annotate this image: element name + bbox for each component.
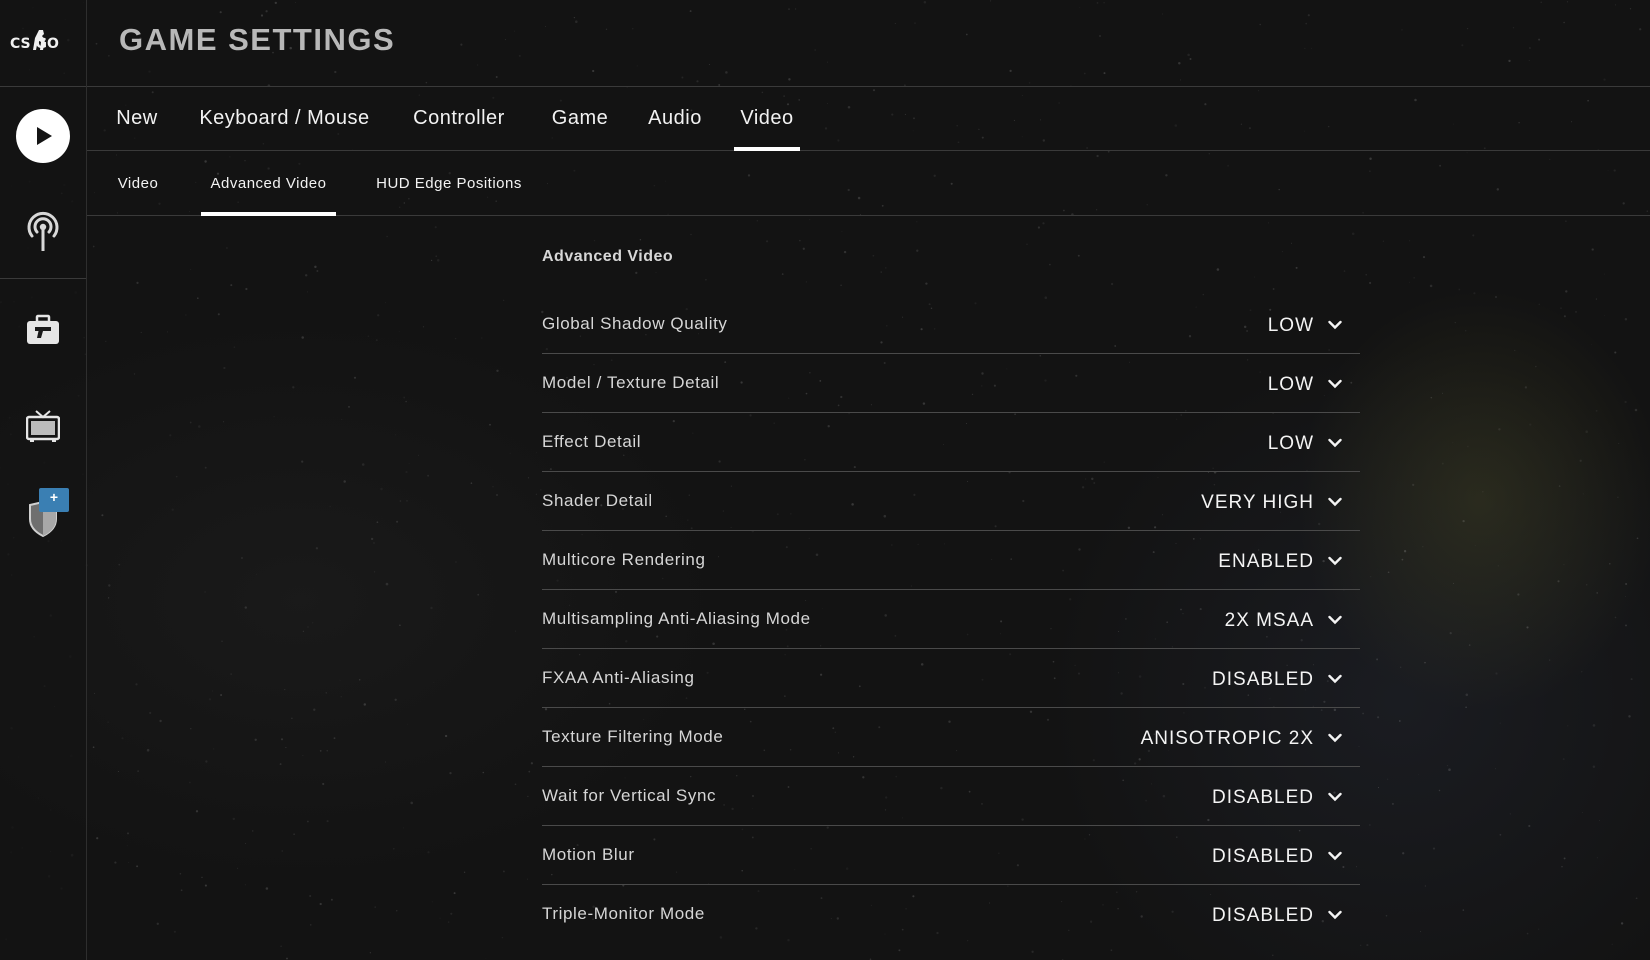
new-badge: +	[39, 488, 69, 512]
setting-row: Multicore Rendering ENABLED	[542, 531, 1360, 590]
chevron-down-icon	[1328, 379, 1342, 389]
play-button[interactable]	[0, 104, 86, 168]
setting-row: Wait for Vertical Sync DISABLED	[542, 767, 1360, 826]
setting-label: Global Shadow Quality	[542, 314, 728, 333]
setting-label: Texture Filtering Mode	[542, 727, 724, 746]
watch-button[interactable]	[0, 200, 86, 264]
setting-dropdown[interactable]: ANISOTROPIC 2X	[1141, 708, 1342, 766]
chevron-down-icon	[1328, 556, 1342, 566]
chevron-down-icon	[1328, 910, 1342, 920]
sidebar-divider	[0, 278, 86, 279]
setting-dropdown[interactable]: LOW	[1268, 354, 1342, 412]
broadcast-icon	[27, 211, 59, 251]
setting-value: DISABLED	[1212, 846, 1314, 867]
setting-dropdown[interactable]: DISABLED	[1212, 885, 1342, 943]
setting-label: Shader Detail	[542, 491, 653, 510]
setting-label: Multisampling Anti-Aliasing Mode	[542, 609, 811, 628]
subtab-advanced-video[interactable]: Advanced Video	[201, 151, 336, 216]
setting-dropdown[interactable]: 2X MSAA	[1225, 590, 1342, 648]
setting-dropdown[interactable]: DISABLED	[1212, 649, 1342, 707]
csgo-logo-mark: CS GO	[10, 30, 59, 52]
tab-game[interactable]: Game	[549, 87, 611, 150]
chevron-down-icon	[1328, 733, 1342, 743]
setting-row: Effect Detail LOW	[542, 413, 1360, 472]
setting-label: Effect Detail	[542, 432, 642, 451]
csgo-logo[interactable]: CS GO	[0, 0, 86, 87]
setting-row: Multisampling Anti-Aliasing Mode 2X MSAA	[542, 590, 1360, 649]
setting-value: LOW	[1267, 315, 1314, 336]
setting-row: Texture Filtering Mode ANISOTROPIC 2X	[542, 708, 1360, 767]
setting-label: Multicore Rendering	[542, 550, 706, 569]
chevron-down-icon	[1328, 438, 1342, 448]
setting-label: FXAA Anti-Aliasing	[542, 668, 695, 687]
section-title: Advanced Video	[542, 248, 674, 265]
setting-dropdown[interactable]: VERY HIGH	[1201, 472, 1342, 530]
tab-controller[interactable]: Controller	[409, 87, 509, 150]
setting-dropdown[interactable]: DISABLED	[1212, 826, 1342, 884]
inventory-button[interactable]	[0, 300, 86, 360]
setting-row: Model / Texture Detail LOW	[542, 354, 1360, 413]
setting-row: Global Shadow Quality LOW	[542, 295, 1360, 354]
chevron-down-icon	[1328, 674, 1342, 684]
tab-new[interactable]: New	[113, 87, 161, 150]
game-settings-screen: CS GO + GAME SETTINGS New Keyboard / Mou…	[0, 0, 1650, 960]
settings-tabs: New Keyboard / Mouse Controller Game Aud…	[87, 87, 1650, 151]
setting-value: LOW	[1267, 374, 1314, 395]
setting-dropdown[interactable]: ENABLED	[1218, 531, 1342, 589]
setting-label: Motion Blur	[542, 845, 635, 864]
setting-dropdown[interactable]: LOW	[1268, 295, 1342, 353]
setting-value: 2X MSAA	[1224, 610, 1314, 631]
setting-value: DISABLED	[1212, 905, 1314, 926]
chevron-down-icon	[1328, 615, 1342, 625]
setting-row: Motion Blur DISABLED	[542, 826, 1360, 885]
page-title: GAME SETTINGS	[119, 22, 396, 57]
play-icon	[16, 109, 70, 163]
setting-dropdown[interactable]: DISABLED	[1212, 767, 1342, 825]
setting-value: ENABLED	[1218, 551, 1314, 572]
setting-label: Triple-Monitor Mode	[542, 904, 705, 923]
setting-value: DISABLED	[1212, 787, 1314, 808]
setting-row: Shader Detail VERY HIGH	[542, 472, 1360, 531]
video-subtabs: Video Advanced Video HUD Edge Positions	[87, 151, 1650, 216]
chevron-down-icon	[1328, 792, 1342, 802]
subtab-hud-edge-positions[interactable]: HUD Edge Positions	[369, 151, 529, 215]
tv-button[interactable]	[0, 396, 86, 456]
setting-value: DISABLED	[1212, 669, 1314, 690]
setting-row: Triple-Monitor Mode DISABLED	[542, 885, 1360, 943]
setting-value: LOW	[1267, 433, 1314, 454]
briefcase-icon	[27, 314, 59, 344]
chevron-down-icon	[1328, 497, 1342, 507]
setting-dropdown[interactable]: LOW	[1268, 413, 1342, 471]
tab-audio[interactable]: Audio	[644, 87, 706, 150]
setting-value: VERY HIGH	[1201, 492, 1314, 513]
chevron-down-icon	[1328, 320, 1342, 330]
sidebar: CS GO +	[0, 0, 87, 960]
setting-label: Wait for Vertical Sync	[542, 786, 717, 805]
tab-keyboard-mouse[interactable]: Keyboard / Mouse	[197, 87, 372, 150]
setting-row: FXAA Anti-Aliasing DISABLED	[542, 649, 1360, 708]
setting-value: ANISOTROPIC 2X	[1140, 728, 1314, 749]
header: GAME SETTINGS	[87, 0, 1650, 87]
subtab-video[interactable]: Video	[113, 151, 163, 215]
setting-label: Model / Texture Detail	[542, 373, 720, 392]
chevron-down-icon	[1328, 851, 1342, 861]
tab-video[interactable]: Video	[734, 87, 800, 151]
tv-icon	[26, 410, 60, 442]
